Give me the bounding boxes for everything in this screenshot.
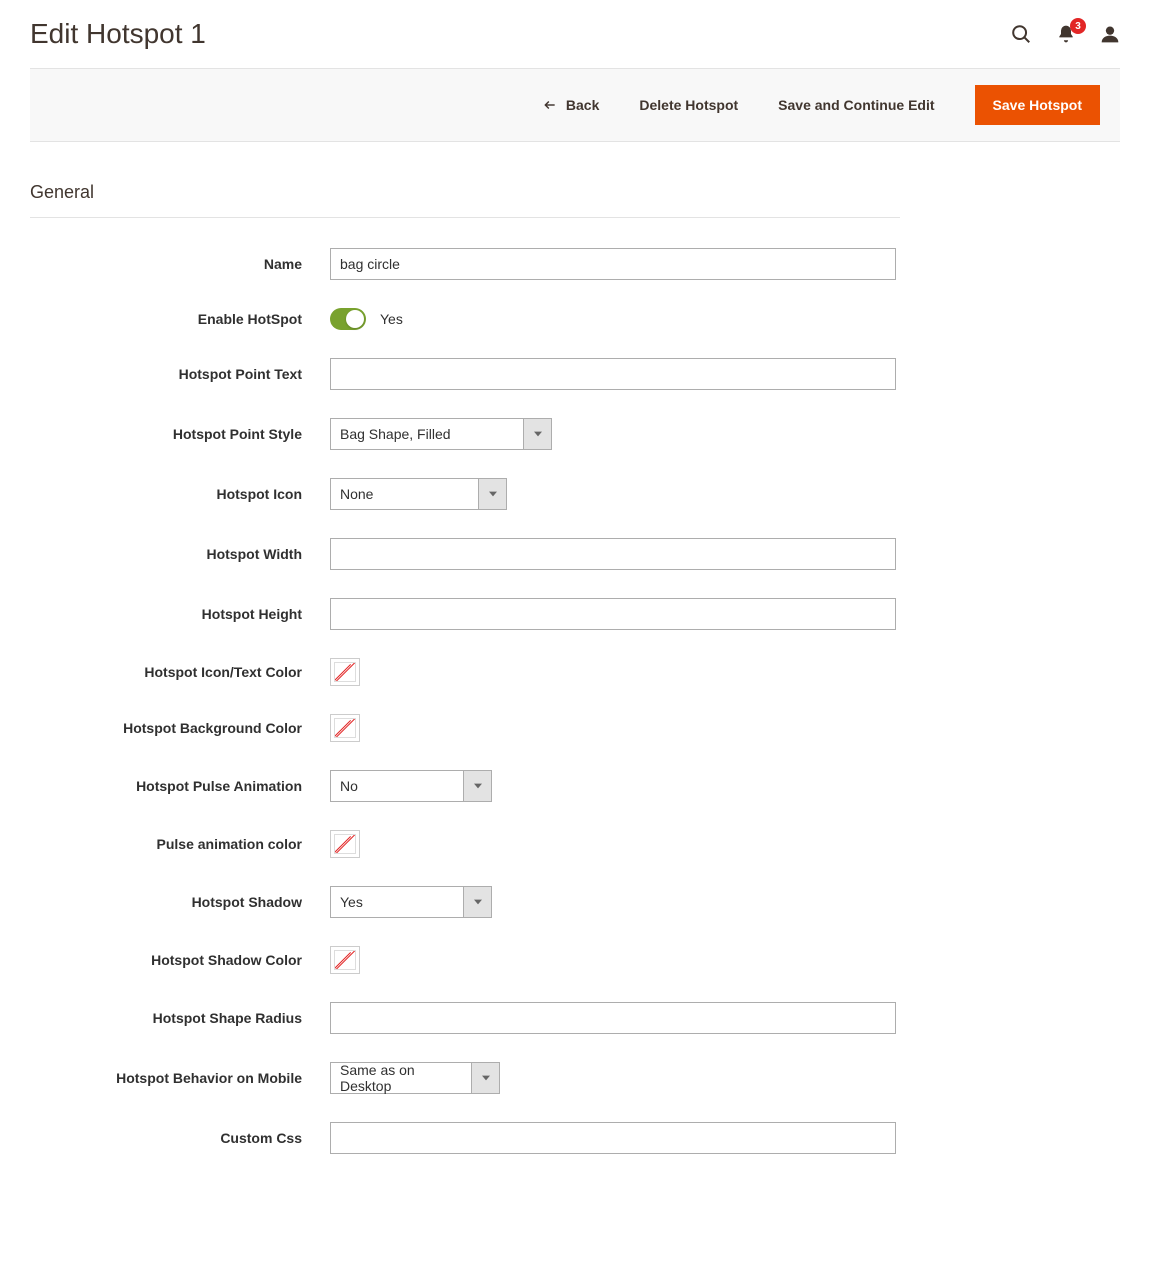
label-enable: Enable HotSpot xyxy=(30,311,330,327)
search-icon[interactable] xyxy=(1010,23,1032,45)
caret-down-icon xyxy=(523,419,551,449)
arrow-left-icon xyxy=(542,98,558,112)
header-icons: 3 xyxy=(1010,23,1120,45)
name-input[interactable] xyxy=(330,248,896,280)
notifications-icon[interactable]: 3 xyxy=(1056,24,1076,44)
custom-css-input[interactable] xyxy=(330,1122,896,1154)
shape-radius-input[interactable] xyxy=(330,1002,896,1034)
point-style-select[interactable]: Bag Shape, Filled xyxy=(330,418,552,450)
row-height: Hotspot Height xyxy=(30,598,1120,630)
label-icon-text-color: Hotspot Icon/Text Color xyxy=(30,664,330,680)
icon-select[interactable]: None xyxy=(330,478,507,510)
label-shadow: Hotspot Shadow xyxy=(30,894,330,910)
delete-button[interactable]: Delete Hotspot xyxy=(639,97,738,113)
mobile-value: Same as on Desktop xyxy=(331,1063,471,1093)
back-label: Back xyxy=(566,97,599,113)
label-pulse: Hotspot Pulse Animation xyxy=(30,778,330,794)
icon-value: None xyxy=(331,479,478,509)
pulse-select[interactable]: No xyxy=(330,770,492,802)
row-icon-text-color: Hotspot Icon/Text Color xyxy=(30,658,1120,686)
label-bg-color: Hotspot Background Color xyxy=(30,720,330,736)
row-shape-radius: Hotspot Shape Radius xyxy=(30,1002,1120,1034)
shadow-value: Yes xyxy=(331,887,463,917)
label-shape-radius: Hotspot Shape Radius xyxy=(30,1010,330,1026)
notifications-badge: 3 xyxy=(1070,18,1086,34)
width-input[interactable] xyxy=(330,538,896,570)
no-color-icon xyxy=(334,662,356,682)
pulse-color-picker[interactable] xyxy=(330,830,360,858)
page-title: Edit Hotspot 1 xyxy=(30,18,206,50)
row-width: Hotspot Width xyxy=(30,538,1120,570)
label-name: Name xyxy=(30,256,330,272)
save-continue-label: Save and Continue Edit xyxy=(778,97,934,113)
no-color-icon xyxy=(334,834,356,854)
row-name: Name xyxy=(30,248,1120,280)
shadow-color-picker[interactable] xyxy=(330,946,360,974)
row-pulse: Hotspot Pulse Animation No xyxy=(30,770,1120,802)
label-width: Hotspot Width xyxy=(30,546,330,562)
caret-down-icon xyxy=(471,1063,499,1093)
label-icon: Hotspot Icon xyxy=(30,486,330,502)
caret-down-icon xyxy=(478,479,506,509)
label-height: Hotspot Height xyxy=(30,606,330,622)
point-style-value: Bag Shape, Filled xyxy=(331,419,523,449)
section-general: General Name Enable HotSpot Yes Hotspot … xyxy=(30,182,1120,1154)
row-shadow: Hotspot Shadow Yes xyxy=(30,886,1120,918)
delete-label: Delete Hotspot xyxy=(639,97,738,113)
row-enable: Enable HotSpot Yes xyxy=(30,308,1120,330)
icon-text-color-picker[interactable] xyxy=(330,658,360,686)
point-text-input[interactable] xyxy=(330,358,896,390)
pulse-value: No xyxy=(331,771,463,801)
row-point-style: Hotspot Point Style Bag Shape, Filled xyxy=(30,418,1120,450)
toggle-knob xyxy=(346,310,364,328)
caret-down-icon xyxy=(463,887,491,917)
action-bar: Back Delete Hotspot Save and Continue Ed… xyxy=(30,68,1120,142)
shadow-select[interactable]: Yes xyxy=(330,886,492,918)
label-pulse-color: Pulse animation color xyxy=(30,836,330,852)
label-custom-css: Custom Css xyxy=(30,1130,330,1146)
row-icon: Hotspot Icon None xyxy=(30,478,1120,510)
row-mobile: Hotspot Behavior on Mobile Same as on De… xyxy=(30,1062,1120,1094)
label-shadow-color: Hotspot Shadow Color xyxy=(30,952,330,968)
row-bg-color: Hotspot Background Color xyxy=(30,714,1120,742)
enable-toggle[interactable] xyxy=(330,308,366,330)
page-header: Edit Hotspot 1 3 xyxy=(30,0,1120,60)
row-point-text: Hotspot Point Text xyxy=(30,358,1120,390)
row-pulse-color: Pulse animation color xyxy=(30,830,1120,858)
save-continue-button[interactable]: Save and Continue Edit xyxy=(778,97,934,113)
label-point-text: Hotspot Point Text xyxy=(30,366,330,382)
user-icon[interactable] xyxy=(1100,24,1120,44)
enable-value: Yes xyxy=(380,311,403,327)
height-input[interactable] xyxy=(330,598,896,630)
back-button[interactable]: Back xyxy=(542,97,599,113)
section-title: General xyxy=(30,182,900,218)
caret-down-icon xyxy=(463,771,491,801)
label-mobile: Hotspot Behavior on Mobile xyxy=(30,1070,330,1086)
no-color-icon xyxy=(334,950,356,970)
row-shadow-color: Hotspot Shadow Color xyxy=(30,946,1120,974)
row-custom-css: Custom Css xyxy=(30,1122,1120,1154)
mobile-select[interactable]: Same as on Desktop xyxy=(330,1062,500,1094)
no-color-icon xyxy=(334,718,356,738)
save-button[interactable]: Save Hotspot xyxy=(975,85,1100,125)
label-point-style: Hotspot Point Style xyxy=(30,426,330,442)
bg-color-picker[interactable] xyxy=(330,714,360,742)
